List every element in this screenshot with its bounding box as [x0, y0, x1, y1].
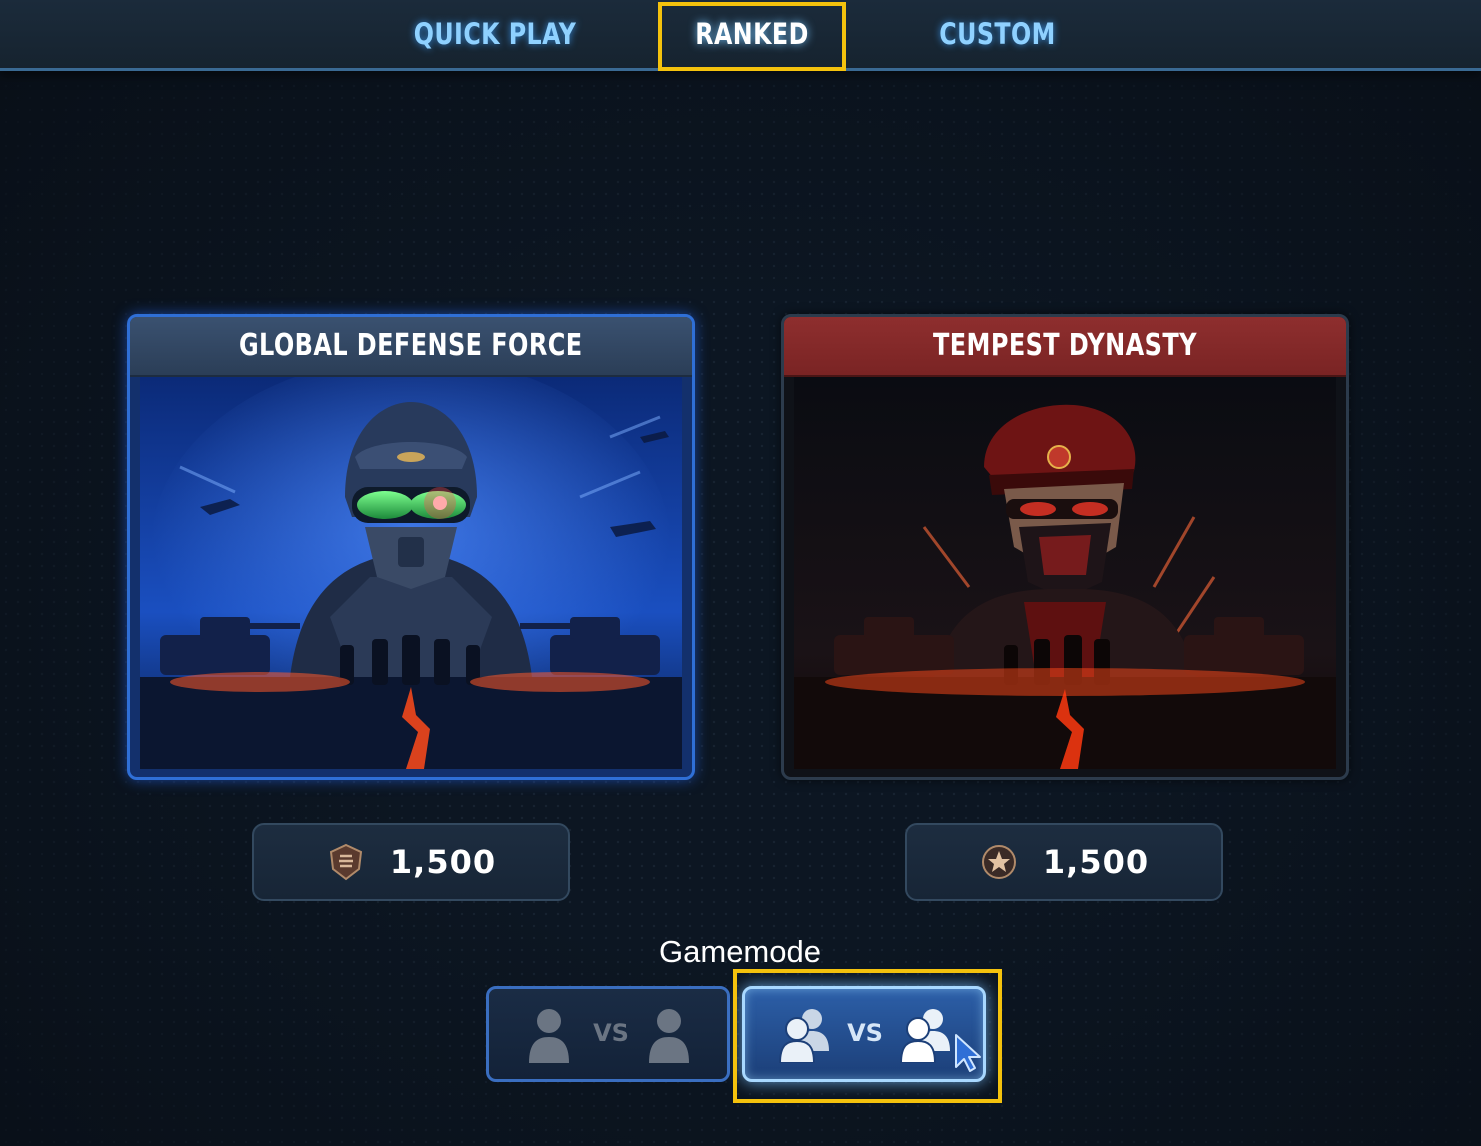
faction-title: TEMPEST DYNASTY	[784, 317, 1346, 377]
rating-value: 1,500	[389, 843, 497, 881]
player-icon	[649, 1009, 689, 1063]
faction-card-global-defense-force[interactable]: GLOBAL DEFENSE FORCE	[127, 314, 695, 780]
mouse-cursor-icon	[955, 1034, 981, 1072]
mode-tab-bar: QUICK PLAY RANKED CUSTOM	[0, 0, 1481, 71]
tab-custom[interactable]: CUSTOM	[918, 6, 1078, 62]
star-rank-icon	[981, 845, 1016, 879]
tab-quick-play[interactable]: QUICK PLAY	[413, 6, 577, 62]
tab-ranked[interactable]: RANKED	[678, 6, 826, 62]
shield-rank-icon	[329, 843, 362, 881]
rating-value: 1,500	[1042, 843, 1150, 881]
gamemode-2v2-button[interactable]: VS	[742, 986, 986, 1082]
faction-card-tempest-dynasty[interactable]: TEMPEST DYNASTY	[781, 314, 1349, 780]
td-rating-display: 1,500	[905, 823, 1223, 901]
vs-label: VS	[847, 1019, 883, 1047]
team-icon	[779, 1009, 829, 1063]
faction-title: GLOBAL DEFENSE FORCE	[130, 317, 692, 377]
gdf-soldier-artwork	[140, 377, 682, 769]
vs-label: VS	[593, 1019, 629, 1047]
td-soldier-artwork	[794, 377, 1336, 769]
gamemode-label: Gamemode	[659, 934, 821, 969]
team-icon	[900, 1009, 950, 1063]
player-icon	[529, 1009, 569, 1063]
gdf-rating-display: 1,500	[252, 823, 570, 901]
gamemode-1v1-button[interactable]: VS	[486, 986, 730, 1082]
